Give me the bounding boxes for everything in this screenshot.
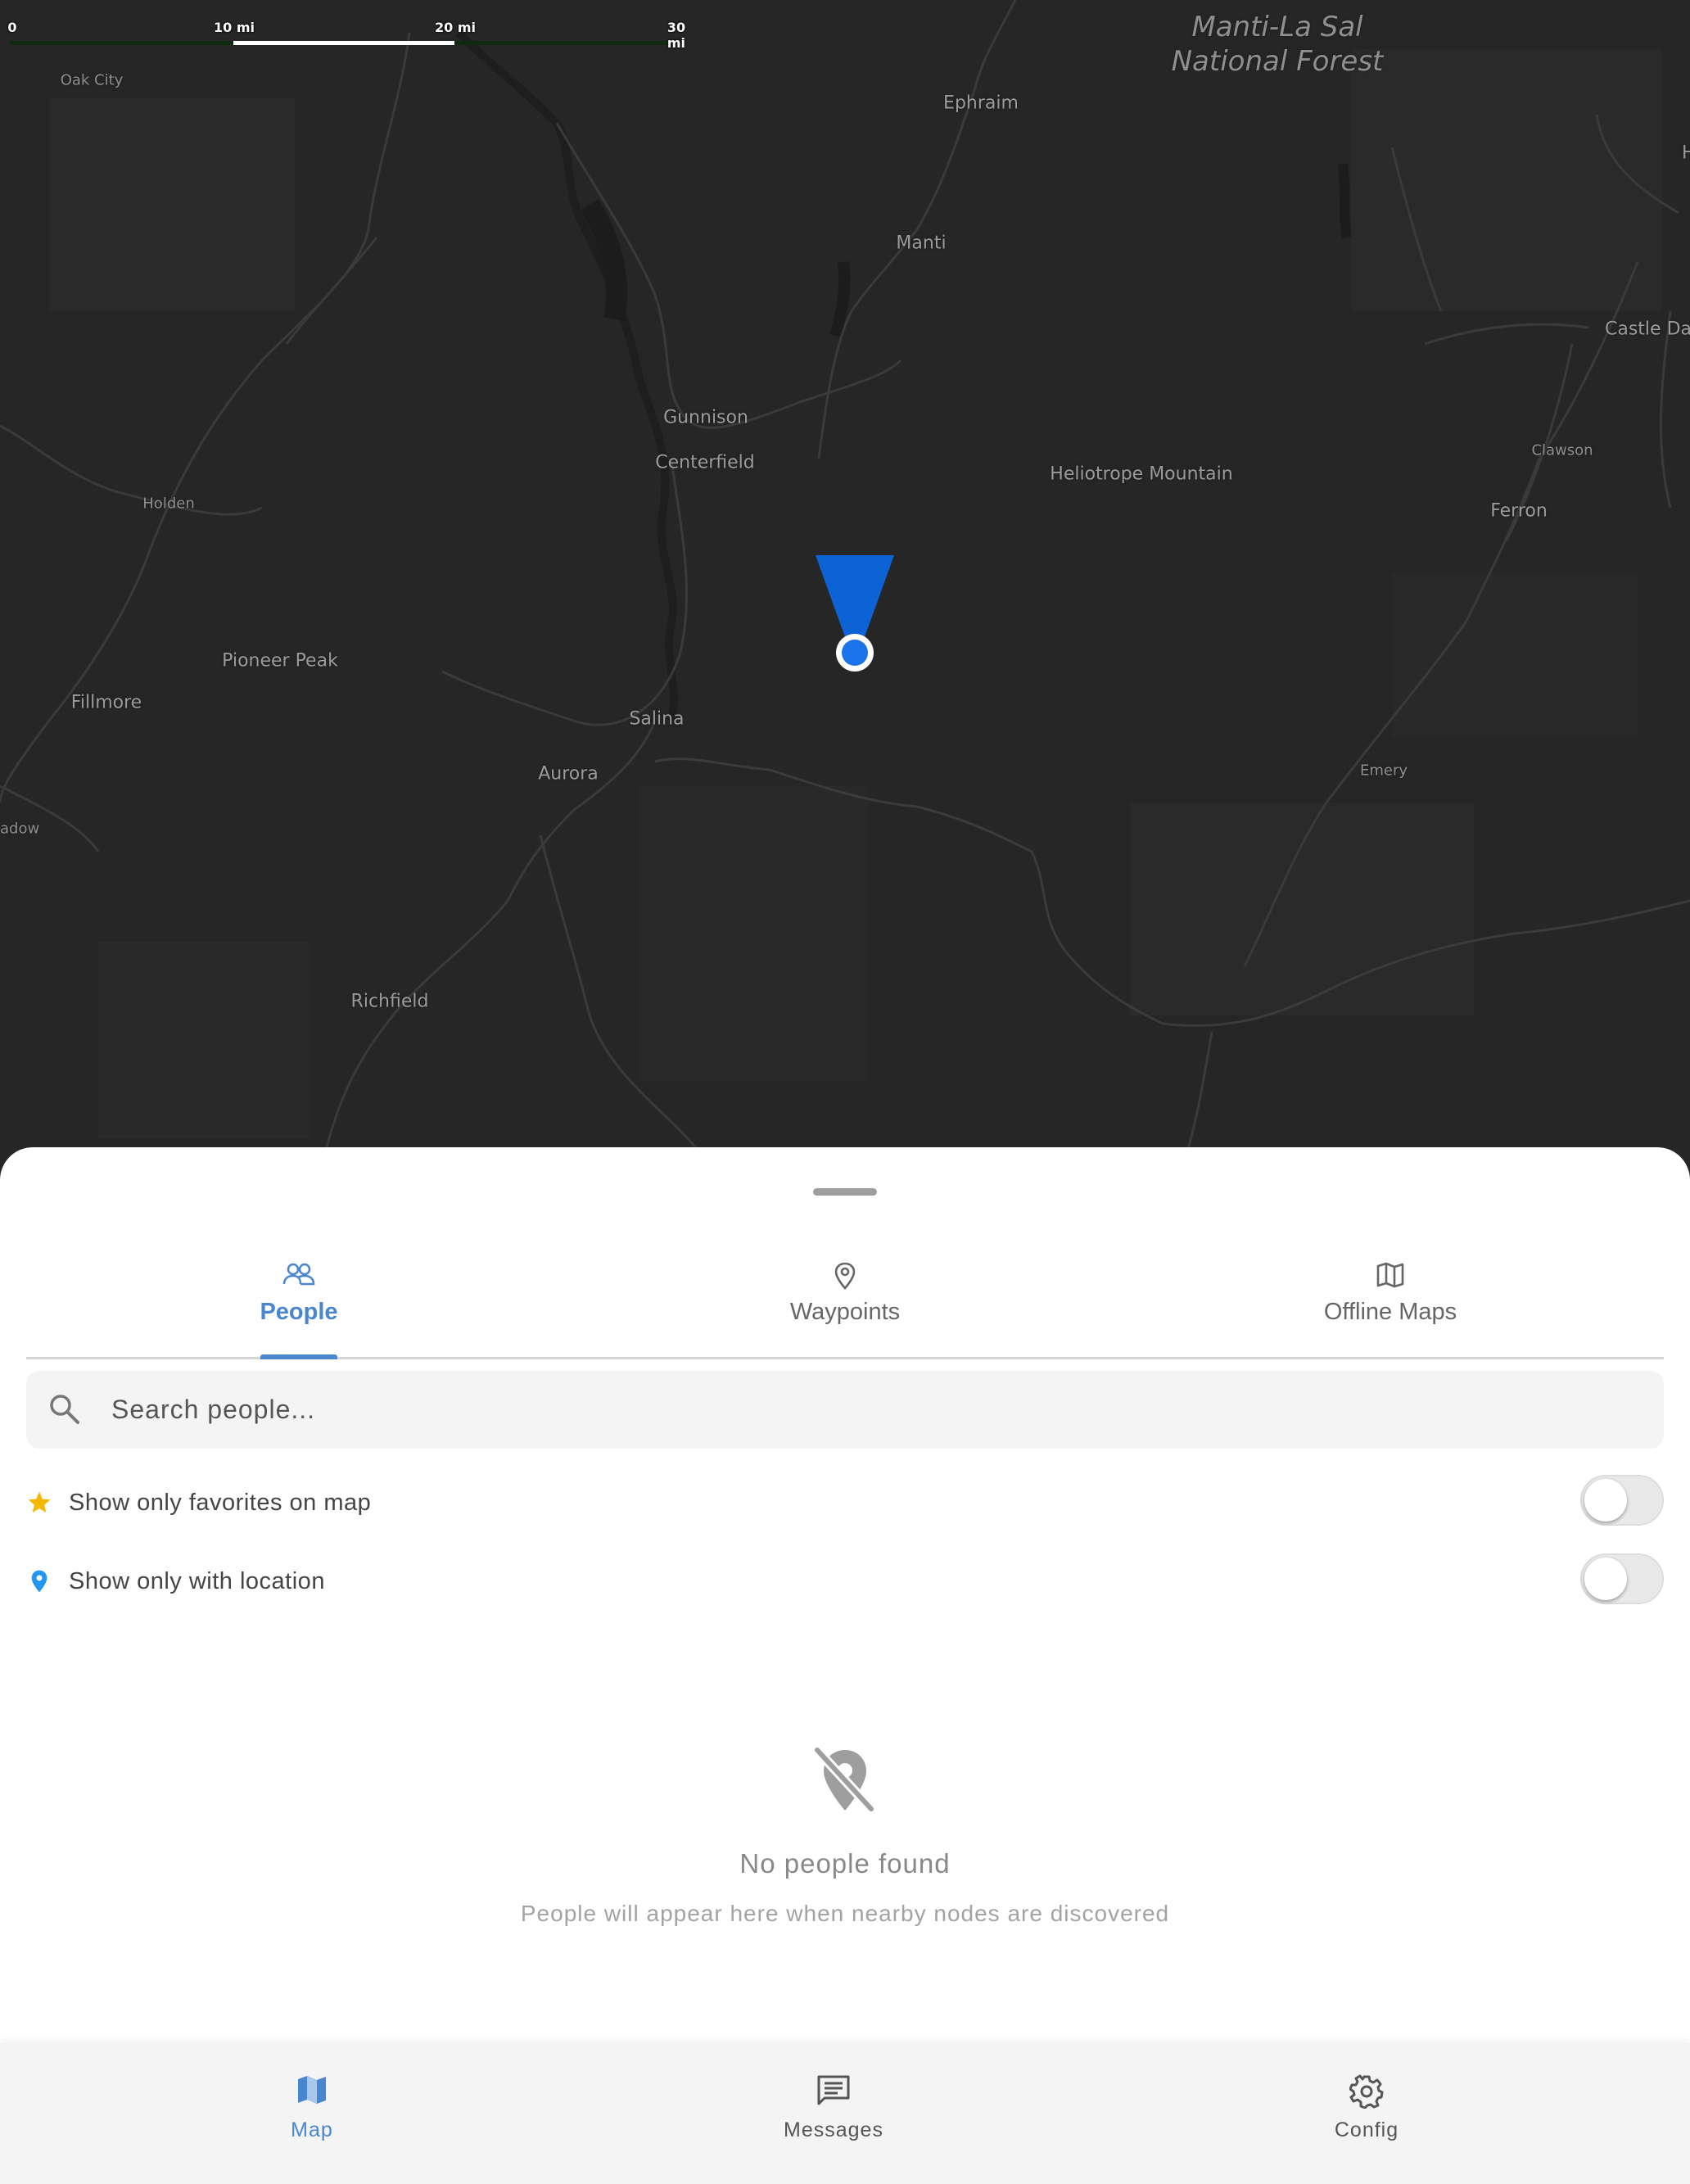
gear-icon <box>1349 2074 1384 2109</box>
forest-label: Manti-La Sal National Forest <box>1172 10 1384 79</box>
bottom-sheet: People Waypoints Offline Maps Search peo… <box>0 1147 1690 2048</box>
star-icon <box>28 1491 51 1513</box>
scale-tick-label: 30 mi <box>667 20 686 51</box>
nav-label: Config <box>1334 2118 1399 2141</box>
filter-favorites-row: Show only favorites on map <box>26 1473 1664 1531</box>
place-label: Holden <box>142 495 195 513</box>
location-toggle[interactable] <box>1580 1553 1664 1604</box>
scale-segment <box>10 41 233 45</box>
forest-label-line: National Forest <box>1171 45 1384 78</box>
empty-state-subtitle: People will appear here when nearby node… <box>520 1901 1170 1926</box>
place-label: Richfield <box>350 991 429 1012</box>
place-label: Castle Da <box>1605 319 1690 340</box>
current-location-marker[interactable] <box>811 549 901 680</box>
tab-label: Offline Maps <box>1323 1299 1457 1325</box>
tab-bar: People Waypoints Offline Maps <box>26 1254 1664 1359</box>
messages-icon <box>817 2075 850 2105</box>
tab-label: Waypoints <box>789 1299 901 1325</box>
map-view[interactable]: 0 10 mi 20 mi 30 mi Manti-La Sal Nationa… <box>0 0 1690 1179</box>
place-label: Gunnison <box>663 407 748 428</box>
scale-tick-label: 10 mi <box>214 20 255 35</box>
favorites-filter-label: Show only favorites on map <box>69 1490 372 1516</box>
app-screen: 0 10 mi 20 mi 30 mi Manti-La Sal Nationa… <box>0 0 1690 2184</box>
tab-people[interactable]: People <box>176 1254 422 1359</box>
bottom-navigation: Map Messages Config <box>0 2043 1690 2184</box>
place-label: Pioneer Peak <box>222 650 338 671</box>
tab-offline-maps[interactable]: Offline Maps <box>1268 1254 1513 1357</box>
toggle-knob <box>1584 1479 1627 1522</box>
map-icon <box>298 2076 326 2104</box>
toggle-knob <box>1584 1558 1627 1600</box>
scale-bar: 0 10 mi 20 mi 30 mi <box>7 20 685 52</box>
favorites-toggle[interactable] <box>1580 1475 1664 1526</box>
place-label: Ferron <box>1490 500 1548 522</box>
location-filter-label: Show only with location <box>69 1568 325 1594</box>
place-label: Centerfield <box>655 452 755 473</box>
search-bar <box>26 1371 1664 1449</box>
place-label: Aurora <box>538 763 599 785</box>
nav-messages[interactable]: Messages <box>711 2043 956 2166</box>
nav-config[interactable]: Config <box>1244 2043 1489 2166</box>
place-label: adow <box>0 820 40 838</box>
place-label: Clawson <box>1531 441 1593 459</box>
active-tab-indicator <box>260 1354 337 1359</box>
scale-segment <box>454 41 676 45</box>
waypoint-icon <box>834 1262 856 1290</box>
nav-label: Map <box>291 2118 333 2141</box>
empty-state: No people found People will appear here … <box>0 1745 1690 1927</box>
tab-waypoints[interactable]: Waypoints <box>722 1254 968 1357</box>
place-label: Ephraim <box>943 93 1019 114</box>
place-label: Manti <box>896 233 947 254</box>
scale-tick-label: 20 mi <box>435 20 476 35</box>
place-label: Oak City <box>60 71 124 89</box>
place-label: Heliotrope Mountain <box>1050 463 1233 485</box>
nav-label: Messages <box>784 2118 883 2141</box>
filter-location-row: Show only with location <box>26 1552 1664 1609</box>
sheet-drag-handle[interactable] <box>813 1188 877 1196</box>
place-label: Emery <box>1359 762 1408 780</box>
location-off-icon <box>813 1746 875 1813</box>
search-icon <box>50 1395 79 1424</box>
location-dot-inner <box>842 640 868 666</box>
search-input[interactable] <box>111 1371 1634 1449</box>
forest-label-line: Manti-La Sal <box>1191 11 1363 43</box>
nav-map[interactable]: Map <box>189 2043 435 2166</box>
scale-segment <box>233 41 454 45</box>
place-label: Salina <box>629 708 685 730</box>
scale-tick-label: 0 <box>7 20 17 35</box>
tab-label: People <box>260 1299 338 1325</box>
place-label: Hu <box>1682 142 1690 164</box>
place-label: Fillmore <box>70 692 142 713</box>
map-icon <box>1376 1262 1404 1288</box>
people-icon <box>282 1263 315 1286</box>
location-pin-icon <box>31 1570 47 1593</box>
empty-state-title: No people found <box>739 1848 951 1879</box>
